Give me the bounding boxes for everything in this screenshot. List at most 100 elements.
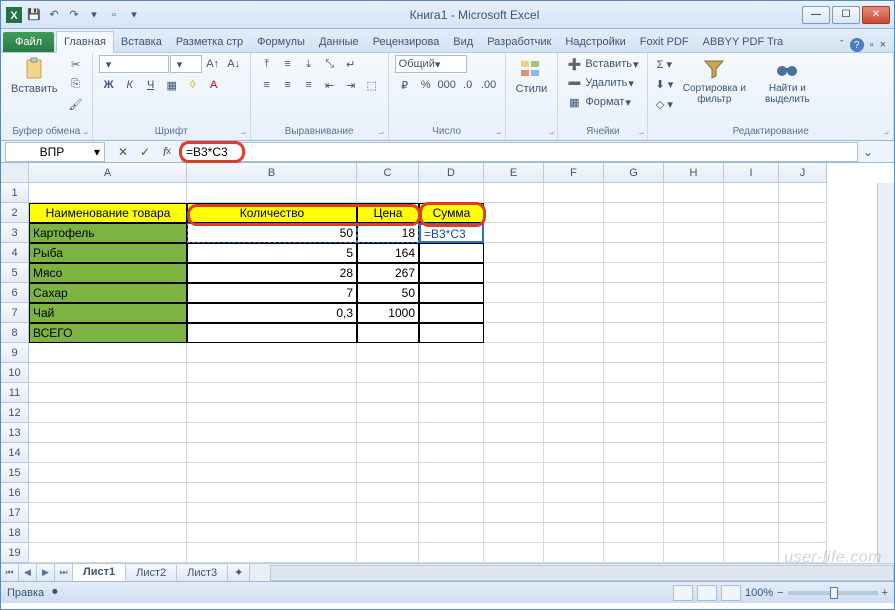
cell[interactable] <box>724 443 779 463</box>
cell[interactable] <box>779 223 827 243</box>
cell[interactable]: 50 <box>357 283 419 303</box>
cell[interactable] <box>604 243 664 263</box>
cell[interactable]: 28 <box>187 263 357 283</box>
indent-dec-icon[interactable]: ⇤ <box>320 76 340 94</box>
cell[interactable] <box>664 203 724 223</box>
cell[interactable] <box>724 323 779 343</box>
cell[interactable]: 0,3 <box>187 303 357 323</box>
cell[interactable] <box>419 183 484 203</box>
cell[interactable] <box>484 423 544 443</box>
cell[interactable]: 1000 <box>357 303 419 323</box>
maximize-button[interactable]: ☐ <box>832 6 860 24</box>
cell[interactable] <box>357 383 419 403</box>
tab-nav-prev-icon[interactable]: ◀ <box>19 564 37 581</box>
cell[interactable] <box>604 443 664 463</box>
cell[interactable] <box>664 183 724 203</box>
cell[interactable]: Количество <box>187 203 357 223</box>
column-header[interactable]: A <box>29 163 187 183</box>
cell[interactable] <box>604 303 664 323</box>
expand-formula-bar-icon[interactable]: ⌄ <box>858 143 878 161</box>
cell[interactable] <box>664 503 724 523</box>
cell[interactable]: Мясо <box>29 263 187 283</box>
cell[interactable] <box>664 443 724 463</box>
underline-icon[interactable]: Ч <box>141 76 161 94</box>
cell[interactable] <box>544 343 604 363</box>
cell[interactable] <box>357 503 419 523</box>
percent-icon[interactable]: % <box>416 76 436 94</box>
cell[interactable] <box>484 303 544 323</box>
column-header[interactable]: G <box>604 163 664 183</box>
cell[interactable]: Сахар <box>29 283 187 303</box>
cell[interactable] <box>604 423 664 443</box>
cell[interactable] <box>544 463 604 483</box>
cell[interactable] <box>419 243 484 263</box>
cell[interactable] <box>664 423 724 443</box>
cell[interactable] <box>604 543 664 563</box>
cell[interactable] <box>544 183 604 203</box>
vertical-scrollbar[interactable] <box>877 183 894 563</box>
find-select-button[interactable]: Найти и выделить <box>754 55 820 107</box>
cell[interactable] <box>419 363 484 383</box>
column-header[interactable]: F <box>544 163 604 183</box>
cell[interactable] <box>724 263 779 283</box>
cell[interactable] <box>779 343 827 363</box>
row-header[interactable]: 14 <box>1 443 29 463</box>
qat-dropdown-icon[interactable]: ▾ <box>125 6 143 24</box>
cell[interactable] <box>29 463 187 483</box>
cell[interactable]: 164 <box>357 243 419 263</box>
view-layout-icon[interactable] <box>697 585 717 601</box>
fx-icon[interactable]: fx <box>157 143 177 161</box>
cell[interactable] <box>29 363 187 383</box>
cell[interactable] <box>357 523 419 543</box>
cell[interactable] <box>544 503 604 523</box>
minimize-ribbon-icon[interactable]: ˇ <box>840 39 844 51</box>
sort-filter-button[interactable]: Сортировка и фильтр <box>678 55 750 107</box>
cell[interactable] <box>664 303 724 323</box>
name-box[interactable]: ВПР▾ <box>5 142 105 162</box>
sheet-tab-3[interactable]: Лист3 <box>177 565 228 581</box>
italic-icon[interactable]: К <box>120 76 140 94</box>
cell[interactable]: 7 <box>187 283 357 303</box>
cell[interactable] <box>187 523 357 543</box>
cell[interactable] <box>664 523 724 543</box>
cell[interactable] <box>779 543 827 563</box>
view-normal-icon[interactable] <box>673 585 693 601</box>
qat-extra-icon[interactable]: ▫ <box>105 6 123 24</box>
tab-nav-last-icon[interactable]: ⏭ <box>55 564 73 581</box>
cell[interactable] <box>604 383 664 403</box>
cell[interactable] <box>544 283 604 303</box>
cell[interactable]: Цена <box>357 203 419 223</box>
zoom-slider[interactable] <box>788 591 878 595</box>
cell[interactable] <box>29 423 187 443</box>
cell[interactable] <box>484 443 544 463</box>
cell[interactable] <box>29 183 187 203</box>
cell[interactable] <box>357 363 419 383</box>
cell[interactable] <box>419 383 484 403</box>
cell[interactable] <box>604 363 664 383</box>
cell[interactable] <box>419 403 484 423</box>
undo-icon[interactable]: ↶ <box>45 6 63 24</box>
cell[interactable] <box>419 503 484 523</box>
cell[interactable] <box>187 363 357 383</box>
merge-icon[interactable]: ⬚ <box>362 76 382 94</box>
cell[interactable] <box>419 303 484 323</box>
file-tab[interactable]: Файл <box>3 32 54 52</box>
orientation-icon[interactable]: ⤡ <box>320 55 340 73</box>
paste-button[interactable]: Вставить <box>7 55 62 97</box>
tab-home[interactable]: Главная <box>56 31 114 53</box>
cell[interactable] <box>484 383 544 403</box>
delete-cells-button[interactable]: ➖Удалить ▾ <box>564 74 634 92</box>
cell[interactable] <box>544 483 604 503</box>
cell[interactable] <box>664 463 724 483</box>
cell[interactable] <box>419 543 484 563</box>
currency-icon[interactable]: ₽ <box>395 76 415 94</box>
cell[interactable] <box>544 323 604 343</box>
column-header[interactable]: I <box>724 163 779 183</box>
align-middle-icon[interactable]: ≡ <box>278 55 298 73</box>
redo-icon[interactable]: ↷ <box>65 6 83 24</box>
wrap-text-icon[interactable]: ↵ <box>341 55 361 73</box>
grow-font-icon[interactable]: A↑ <box>203 55 223 73</box>
cell[interactable] <box>187 343 357 363</box>
styles-button[interactable]: Стили <box>512 55 552 97</box>
enter-icon[interactable]: ✓ <box>135 143 155 161</box>
